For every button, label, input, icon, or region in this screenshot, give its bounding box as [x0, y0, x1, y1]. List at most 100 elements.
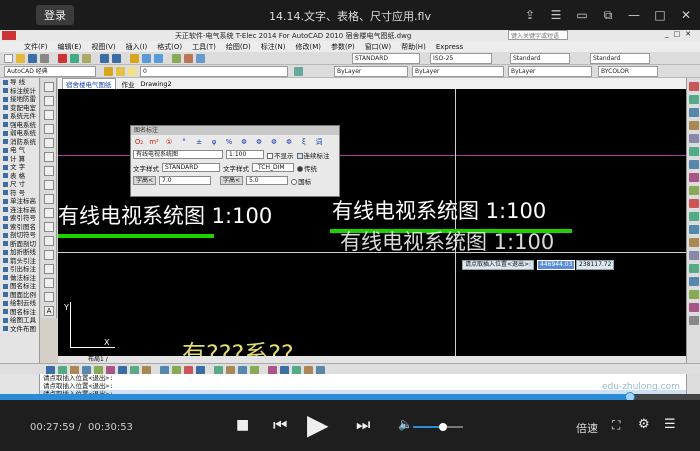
panel-item[interactable]: 箭头引注 [0, 257, 39, 266]
panel-item[interactable]: 变配电室 [0, 104, 39, 113]
menu-parametric[interactable]: 参数(P) [331, 42, 355, 52]
settings-icon[interactable]: ⚙ [638, 417, 650, 432]
tab-dormitory[interactable]: 宿舍楼电气图纸 [62, 77, 116, 90]
play-icon[interactable]: ▶ [307, 408, 329, 441]
mleader-style-select[interactable]: Standard [590, 53, 650, 64]
menu-modify[interactable]: 修改(M) [295, 42, 321, 52]
symbol-button[interactable]: O₂ [133, 138, 145, 146]
pan-icon[interactable] [130, 54, 139, 63]
traditional-radio[interactable]: 传统 [297, 163, 317, 173]
window-icon[interactable]: ⧉ [600, 7, 616, 23]
text-style2-select[interactable]: _TCH_DIM [252, 163, 294, 172]
symbol-button[interactable]: ° [178, 138, 190, 146]
panel-item[interactable]: 图面比例 [0, 291, 39, 300]
volume-handle[interactable] [439, 423, 447, 431]
text-style-select[interactable]: STANDARD [162, 163, 220, 172]
offset-icon[interactable] [689, 121, 699, 130]
national-standard-radio[interactable]: 国标 [291, 176, 311, 186]
snap-tool-icon[interactable] [689, 303, 699, 312]
circle-icon[interactable] [44, 166, 54, 176]
erase-icon[interactable] [689, 82, 699, 91]
menu-edit[interactable]: 编辑(E) [58, 42, 82, 52]
save-icon[interactable] [28, 54, 37, 63]
panel-item[interactable]: 导 线 [0, 78, 39, 87]
polygon-icon[interactable] [44, 124, 54, 134]
move-icon[interactable] [689, 147, 699, 156]
join-icon[interactable] [689, 238, 699, 247]
symbol-button[interactable]: % [223, 138, 235, 146]
panel-item[interactable]: 做法标注 [0, 274, 39, 283]
symbol-button[interactable]: Φ [253, 138, 265, 146]
stretch-icon[interactable] [689, 186, 699, 195]
color-select[interactable]: ByLayer [334, 66, 408, 77]
table-style-select[interactable]: Standard [510, 53, 570, 64]
symbol-button[interactable]: 词 [313, 137, 325, 147]
panel-item[interactable]: 符 号 [0, 189, 39, 198]
menu-tools[interactable]: 工具(T) [192, 42, 216, 52]
layer-manager-icon[interactable] [104, 67, 113, 76]
layer-on-icon[interactable] [116, 67, 125, 76]
list-icon[interactable]: ☰ [548, 7, 564, 23]
layer-freeze-icon[interactable] [128, 67, 137, 76]
next-icon[interactable]: ⏭ [356, 415, 370, 435]
panel-item[interactable]: 引出标注 [0, 265, 39, 274]
paste-icon[interactable] [82, 54, 91, 63]
rotate-icon[interactable] [689, 160, 699, 169]
mtext-icon[interactable]: A [44, 306, 54, 316]
panel-item[interactable]: 剖切符号 [0, 231, 39, 240]
panel-item[interactable]: 图名标注 [0, 282, 39, 291]
trim-icon[interactable] [689, 199, 699, 208]
tab-homework[interactable]: 作业 [122, 79, 135, 89]
mini-icon[interactable]: ▭ [574, 7, 590, 23]
symbol-button[interactable]: m² [148, 138, 160, 146]
dynamic-input-y[interactable]: 238117.72 [576, 260, 615, 270]
menu-insert[interactable]: 插入(I) [126, 42, 148, 52]
layer-tool-icon[interactable] [689, 290, 699, 299]
panel-item[interactable]: 索引图名 [0, 223, 39, 232]
panel-item[interactable]: 加折断线 [0, 248, 39, 257]
panel-item[interactable]: 图名标注 [0, 308, 39, 317]
panel-item[interactable]: 消防系统 [0, 138, 39, 147]
array-icon[interactable] [689, 134, 699, 143]
fullscreen-icon[interactable]: ⛶ [612, 418, 620, 433]
symbol-button[interactable]: ξ [298, 138, 310, 146]
height-select[interactable]: 7.0 [159, 176, 212, 185]
mirror-icon[interactable] [689, 108, 699, 117]
arc-icon[interactable] [44, 152, 54, 162]
region-icon[interactable] [44, 278, 54, 288]
height-pick-button[interactable]: 字高< [133, 176, 157, 185]
undo-icon[interactable] [100, 54, 109, 63]
stop-icon[interactable]: ■ [236, 417, 249, 433]
chamfer-icon[interactable] [689, 251, 699, 260]
copy-icon[interactable] [70, 54, 79, 63]
copy-object-icon[interactable] [689, 95, 699, 104]
minimize-icon[interactable]: — [626, 7, 642, 23]
panel-item[interactable]: 接地防雷 [0, 95, 39, 104]
polyline-icon[interactable] [44, 110, 54, 120]
make-block-icon[interactable] [44, 236, 54, 246]
break-icon[interactable] [689, 225, 699, 234]
zoom-window-icon[interactable] [154, 54, 163, 63]
revcloud-icon[interactable] [44, 180, 54, 190]
dim-style-select[interactable]: ISO-25 [430, 53, 492, 64]
design-center-icon[interactable] [184, 54, 193, 63]
construction-line-icon[interactable] [44, 96, 54, 106]
insert-block-icon[interactable] [44, 222, 54, 232]
properties-icon[interactable] [172, 54, 181, 63]
panel-item[interactable]: 绘制云线 [0, 299, 39, 308]
scroll-icon[interactable] [689, 316, 699, 325]
panel-item[interactable]: 绘图工具 [0, 316, 39, 325]
panel-item[interactable]: 文件布图 [0, 325, 39, 334]
continuous-checkbox[interactable]: 连续标注 [296, 150, 330, 160]
panel-item[interactable]: 文 字 [0, 163, 39, 172]
close-icon[interactable]: ✕ [678, 7, 694, 23]
menu-file[interactable]: 文件(F) [24, 42, 48, 52]
menu-dimension[interactable]: 标注(N) [261, 42, 286, 52]
lineweight-select[interactable]: ByLayer [508, 66, 592, 77]
panel-item[interactable]: 单注标高 [0, 197, 39, 206]
volume-slider[interactable] [413, 423, 463, 431]
line-icon[interactable] [44, 82, 54, 92]
explode-icon[interactable] [689, 277, 699, 286]
menu-format[interactable]: 格式(O) [157, 42, 182, 52]
zoom-icon[interactable] [142, 54, 151, 63]
